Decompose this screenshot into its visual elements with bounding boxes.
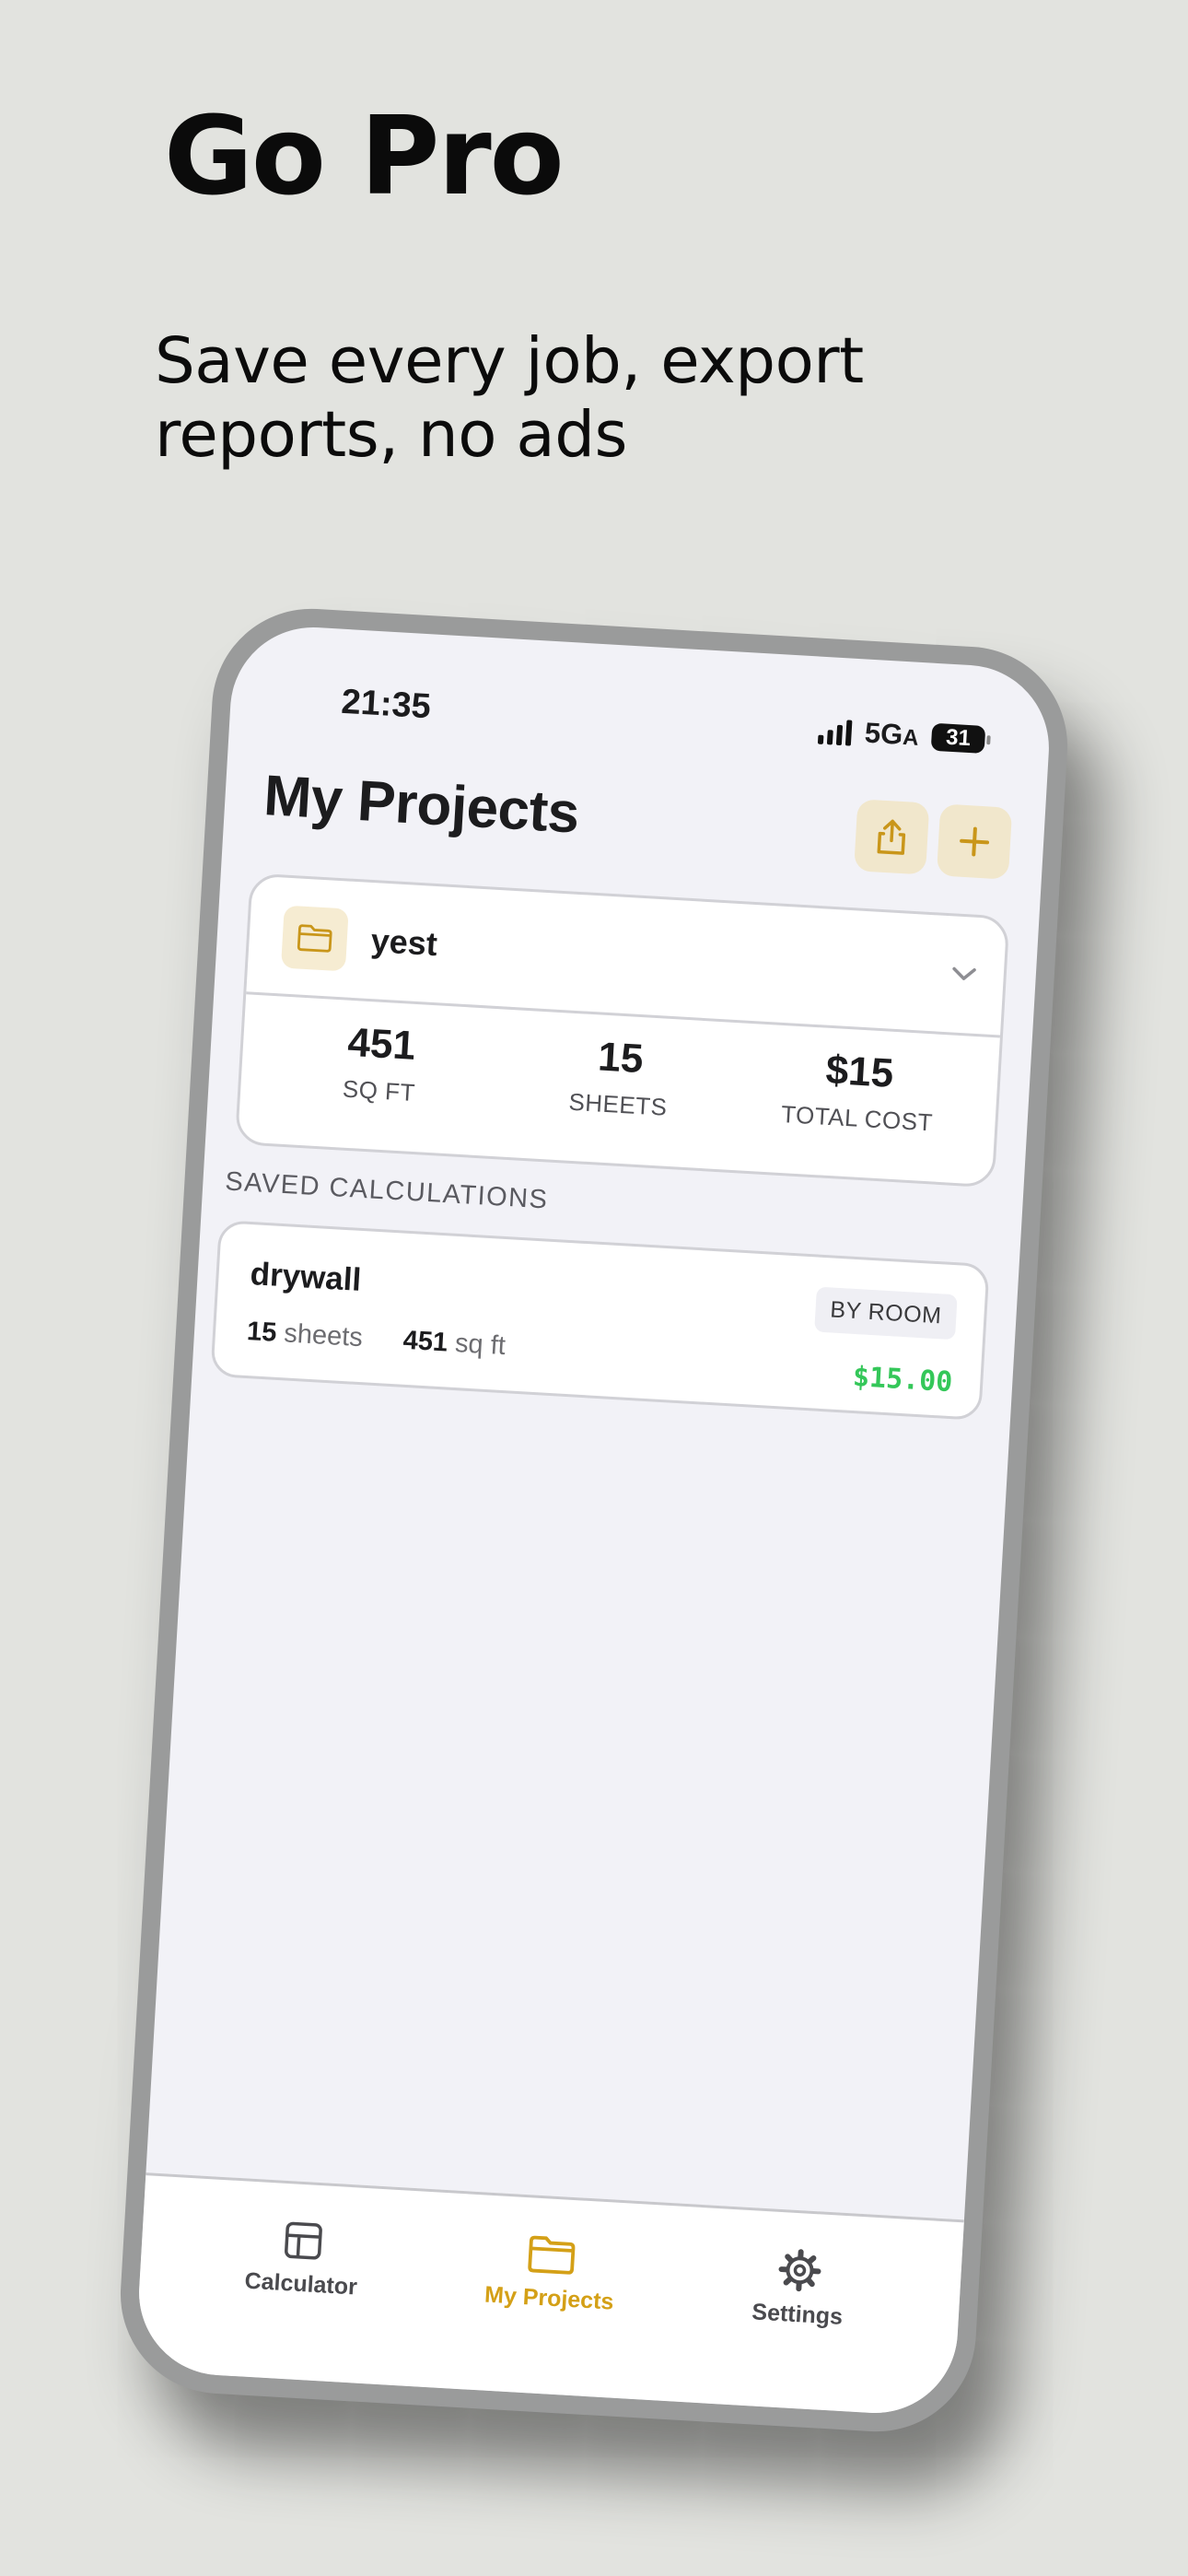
tab-label: Settings bbox=[751, 2299, 844, 2330]
sheets-value: 15 bbox=[246, 1316, 278, 1348]
stat-label: SHEETS bbox=[567, 1087, 669, 1121]
tab-my-projects[interactable]: My Projects bbox=[442, 2228, 654, 2399]
mode-badge: BY ROOM bbox=[814, 1286, 958, 1341]
area-value: 451 bbox=[402, 1325, 448, 1358]
area-unit: sq ft bbox=[454, 1329, 507, 1362]
phone-frame: 21:35 5GA 31 My Projects yest 451 SQ FT … bbox=[114, 603, 1074, 2438]
stat-label: TOTAL COST bbox=[780, 1099, 934, 1137]
project-stats: 451 SQ FT 15 SHEETS $15 TOTAL COST bbox=[240, 1013, 999, 1141]
chevron-down-icon[interactable] bbox=[949, 964, 978, 984]
tab-settings[interactable]: Settings bbox=[691, 2242, 903, 2414]
promo-subhead: Save every job, export reports, no ads bbox=[155, 324, 864, 472]
folder-icon bbox=[297, 924, 332, 953]
tab-bar: Calculator My Projects Settings bbox=[134, 2172, 964, 2418]
tab-label: Calculator bbox=[243, 2267, 358, 2301]
stat-sq-ft: 451 SQ FT bbox=[268, 1015, 494, 1112]
network-label: 5GA bbox=[863, 716, 920, 751]
stat-sheets: 15 SHEETS bbox=[507, 1029, 732, 1126]
saved-calculation-item[interactable]: drywall 15 sheets 451 sq ft BY ROOM $15.… bbox=[210, 1220, 990, 1421]
calculation-price: $15.00 bbox=[852, 1360, 954, 1399]
tab-calculator[interactable]: Calculator bbox=[194, 2214, 406, 2385]
add-project-button[interactable] bbox=[936, 803, 1013, 880]
app-screen: 21:35 5GA 31 My Projects yest 451 SQ FT … bbox=[134, 622, 1054, 2418]
stat-label: SQ FT bbox=[342, 1074, 416, 1107]
stat-value: $15 bbox=[824, 1047, 895, 1096]
stat-value: 451 bbox=[346, 1019, 417, 1069]
calculation-name: drywall bbox=[249, 1256, 363, 1298]
project-name: yest bbox=[369, 921, 438, 964]
plus-icon bbox=[960, 826, 990, 857]
gear-icon bbox=[778, 2249, 821, 2292]
stat-value: 15 bbox=[597, 1034, 645, 1083]
share-button[interactable] bbox=[854, 799, 930, 875]
tab-label: My Projects bbox=[483, 2281, 615, 2315]
project-card[interactable]: yest 451 SQ FT 15 SHEETS $15 TOTAL COST bbox=[234, 872, 1010, 1188]
calculation-meta: 15 sheets 451 sq ft bbox=[246, 1317, 539, 1364]
folder-icon bbox=[528, 2235, 576, 2275]
stat-total-cost: $15 TOTAL COST bbox=[746, 1043, 972, 1140]
status-indicators: 5GA 31 bbox=[818, 714, 986, 756]
sheets-unit: sheets bbox=[283, 1318, 364, 1353]
share-icon bbox=[877, 819, 906, 855]
section-label-saved: SAVED CALCULATIONS bbox=[224, 1166, 550, 1215]
signal-icon bbox=[818, 717, 853, 746]
calculator-icon bbox=[285, 2221, 322, 2260]
page-title: My Projects bbox=[262, 764, 581, 846]
battery-level: 31 bbox=[945, 724, 972, 752]
promo-headline: Go Pro bbox=[164, 92, 565, 219]
project-folder-badge bbox=[280, 905, 349, 972]
battery-icon: 31 bbox=[930, 722, 986, 755]
status-time: 21:35 bbox=[340, 682, 432, 727]
